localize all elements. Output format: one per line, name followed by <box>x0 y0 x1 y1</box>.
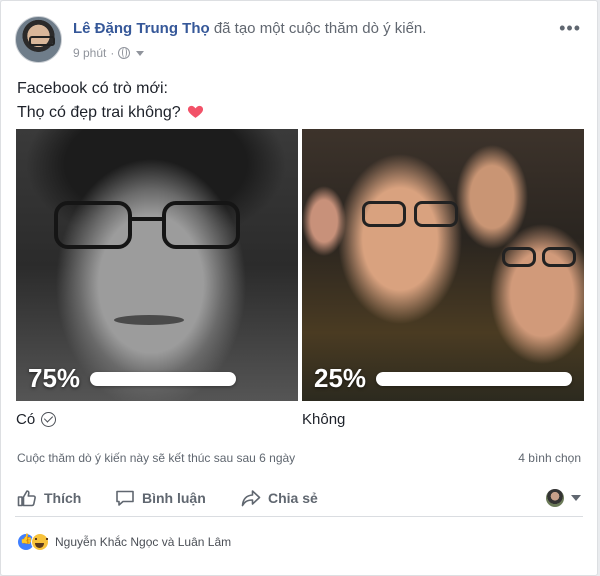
poll-percent: 25% <box>314 363 367 393</box>
poll-bar-track <box>376 371 573 386</box>
poll-bar-track <box>90 371 237 386</box>
chevron-down-icon <box>571 495 581 501</box>
poll-option-label: Không <box>302 411 345 428</box>
poll-result: 25% <box>314 363 573 394</box>
thumbs-up-icon <box>17 490 36 507</box>
glasses-shape <box>414 201 458 227</box>
heart-icon <box>188 105 204 118</box>
post-card: Lê Đặng Trung Thọ đã tạo một cuộc thăm d… <box>0 0 598 576</box>
glasses-bridge <box>130 217 164 221</box>
poll-end-text: Cuộc thăm dò ý kiến này sẽ kết thúc sau … <box>17 451 296 465</box>
poll-bar-fill <box>90 371 237 386</box>
glasses-shape <box>162 201 240 249</box>
reaction-names[interactable]: Nguyễn Khắc Ngọc và Luân Lâm <box>55 535 231 549</box>
comment-button[interactable]: Bình luận <box>115 489 206 507</box>
more-options-icon[interactable]: ••• <box>559 19 581 37</box>
poll-footer: Cuộc thăm dò ý kiến này sẽ kết thúc sau … <box>17 451 581 465</box>
viewer-avatar <box>546 489 564 507</box>
author-line: Lê Đặng Trung Thọ đã tạo một cuộc thăm d… <box>73 20 426 37</box>
like-button[interactable]: Thích <box>17 489 81 507</box>
post-text-line-1: Facebook có trò mới: <box>17 80 168 97</box>
glasses-shape <box>542 247 576 267</box>
glasses-shape <box>502 247 536 267</box>
poll-option-label: Có <box>16 411 57 428</box>
post-text: Facebook có trò mới: Thọ có đẹp trai khô… <box>17 77 204 125</box>
poll-percent: 75% <box>28 363 81 393</box>
poll-option-khong[interactable]: 25% Không <box>302 129 584 434</box>
glasses-shape <box>54 201 132 249</box>
share-button[interactable]: Chia sẻ <box>241 489 318 507</box>
post-header: Lê Đặng Trung Thọ đã tạo một cuộc thăm d… <box>15 15 583 65</box>
meta-separator: · <box>110 46 115 60</box>
glasses-shape <box>362 201 406 227</box>
poll-option-image: 75% <box>16 129 298 401</box>
poll-option-co[interactable]: 75% Có <box>16 129 298 434</box>
poll-option-text: Có <box>16 411 36 428</box>
post-meta: 9 phút · <box>73 46 145 60</box>
check-circle-icon <box>41 412 57 427</box>
post-text-line-2-wrap: Thọ có đẹp trai không? <box>17 101 204 125</box>
poll-vote-count[interactable]: 4 bình chọn <box>518 451 581 465</box>
poll-option-image: 25% <box>302 129 584 401</box>
mouth-shape <box>114 315 184 325</box>
poll: 75% Có 25% Không <box>16 129 584 434</box>
post-as-selector[interactable] <box>546 489 581 507</box>
comment-icon <box>116 490 134 506</box>
share-icon <box>241 490 261 507</box>
post-time[interactable]: 9 phút <box>73 46 106 60</box>
reactions-summary[interactable]: Nguyễn Khắc Ngọc và Luân Lâm <box>17 533 231 551</box>
comment-label: Bình luận <box>142 490 206 506</box>
author-avatar[interactable] <box>15 16 62 63</box>
like-label: Thích <box>44 490 82 506</box>
share-label: Chia sẻ <box>268 490 318 506</box>
action-bar: Thích Bình luận Chia sẻ <box>15 481 583 517</box>
poll-option-text: Không <box>302 411 346 428</box>
chevron-down-icon[interactable] <box>136 50 145 56</box>
author-name[interactable]: Lê Đặng Trung Thọ <box>73 20 210 37</box>
haha-reaction-icon <box>31 533 49 551</box>
poll-bar-fill <box>376 371 573 386</box>
post-text-line-2: Thọ có đẹp trai không? <box>17 104 181 121</box>
post-action-text: đã tạo một cuộc thăm dò ý kiến. <box>209 20 427 37</box>
globe-icon[interactable] <box>118 47 131 59</box>
poll-result: 75% <box>28 363 237 394</box>
